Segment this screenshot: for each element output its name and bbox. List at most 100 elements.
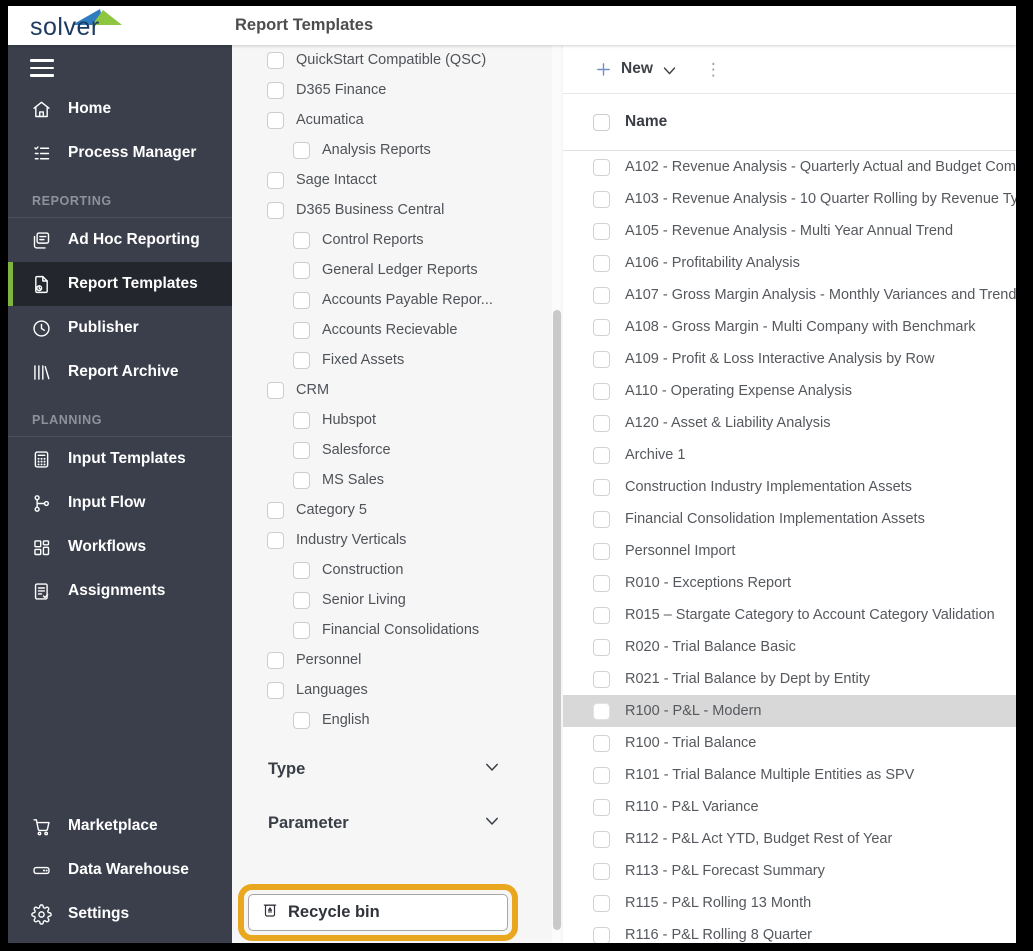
sidebar-item-publisher[interactable]: Publisher — [8, 306, 232, 350]
checkbox[interactable] — [593, 158, 610, 176]
checkbox[interactable] — [593, 862, 610, 880]
report-row-r010-exceptions-report[interactable]: R010 - Exceptions Report — [563, 567, 1016, 599]
report-row-r020-trial-balance-basic[interactable]: R020 - Trial Balance Basic — [563, 631, 1016, 663]
report-row-a105-revenue-analysis-multi-year-annual-trend[interactable]: A105 - Revenue Analysis - Multi Year Ann… — [563, 215, 1016, 247]
report-row-a110-operating-expense-analysis[interactable]: A110 - Operating Expense Analysis — [563, 375, 1016, 407]
sidebar-item-report-archive[interactable]: Report Archive — [8, 350, 232, 394]
filter-item-financial-consolidations[interactable]: Financial Consolidations — [232, 615, 563, 645]
checkbox[interactable] — [267, 51, 284, 69]
checkbox[interactable] — [593, 766, 610, 784]
sidebar-item-home[interactable]: Home — [8, 87, 232, 131]
checkbox[interactable] — [593, 286, 610, 304]
filter-item-control-reports[interactable]: Control Reports — [232, 225, 563, 255]
name-column-header[interactable]: Name — [625, 113, 667, 131]
checkbox[interactable] — [593, 702, 610, 720]
recycle-bin-button[interactable]: Recycle bin — [248, 894, 508, 931]
checkbox[interactable] — [593, 606, 610, 624]
filter-item-sage-intacct[interactable]: Sage Intacct — [232, 165, 563, 195]
filter-item-industry-verticals[interactable]: Industry Verticals — [232, 525, 563, 555]
checkbox[interactable] — [593, 254, 610, 272]
report-row-archive-1[interactable]: Archive 1 — [563, 439, 1016, 471]
new-button[interactable]: New — [595, 60, 677, 78]
checkbox[interactable] — [593, 894, 610, 912]
checkbox[interactable] — [293, 261, 310, 279]
checkbox[interactable] — [593, 734, 610, 752]
filter-item-category-5[interactable]: Category 5 — [232, 495, 563, 525]
report-row-r100-p-l-modern[interactable]: R100 - P&L - Modern — [563, 695, 1016, 727]
filter-item-english[interactable]: English — [232, 705, 563, 735]
checkbox[interactable] — [593, 222, 610, 240]
checkbox[interactable] — [593, 926, 610, 943]
report-row-r101-trial-balance-multiple-entities-as-spv[interactable]: R101 - Trial Balance Multiple Entities a… — [563, 759, 1016, 791]
filter-item-analysis-reports[interactable]: Analysis Reports — [232, 135, 563, 165]
report-row-r116-p-l-rolling-8-quarter[interactable]: R116 - P&L Rolling 8 Quarter — [563, 919, 1016, 943]
checkbox[interactable] — [293, 711, 310, 729]
solver-logo[interactable]: solver — [28, 6, 232, 45]
hamburger-menu-icon[interactable] — [8, 45, 232, 87]
checkbox[interactable] — [593, 638, 610, 656]
filter-item-languages[interactable]: Languages — [232, 675, 563, 705]
filter-item-construction[interactable]: Construction — [232, 555, 563, 585]
checkbox[interactable] — [267, 681, 284, 699]
report-row-a103-revenue-analysis-10-quarter-rolling-by-revenue-type[interactable]: A103 - Revenue Analysis - 10 Quarter Rol… — [563, 183, 1016, 215]
report-row-personnel-import[interactable]: Personnel Import — [563, 535, 1016, 567]
checkbox[interactable] — [593, 382, 610, 400]
report-row-a109-profit-loss-interactive-analysis-by-row[interactable]: A109 - Profit & Loss Interactive Analysi… — [563, 343, 1016, 375]
checkbox[interactable] — [593, 190, 610, 208]
checkbox[interactable] — [593, 478, 610, 496]
filter-item-hubspot[interactable]: Hubspot — [232, 405, 563, 435]
filter-section-type[interactable]: Type — [232, 749, 563, 789]
sidebar-item-input-flow[interactable]: Input Flow — [8, 481, 232, 525]
filter-item-crm[interactable]: CRM — [232, 375, 563, 405]
checkbox[interactable] — [293, 141, 310, 159]
checkbox[interactable] — [293, 291, 310, 309]
checkbox[interactable] — [267, 531, 284, 549]
checkbox[interactable] — [267, 171, 284, 189]
checkbox[interactable] — [267, 651, 284, 669]
sidebar-item-input-templates[interactable]: Input Templates — [8, 437, 232, 481]
checkbox[interactable] — [593, 798, 610, 816]
checkbox[interactable] — [293, 561, 310, 579]
filter-scrollbar-thumb[interactable] — [553, 310, 561, 930]
checkbox[interactable] — [593, 510, 610, 528]
sidebar-item-settings[interactable]: Settings — [8, 892, 232, 936]
checkbox[interactable] — [267, 201, 284, 219]
sidebar-item-report-templates[interactable]: Report Templates — [8, 262, 232, 306]
filter-item-fixed-assets[interactable]: Fixed Assets — [232, 345, 563, 375]
filter-item-d365-business-central[interactable]: D365 Business Central — [232, 195, 563, 225]
checkbox[interactable] — [293, 621, 310, 639]
report-row-a107-gross-margin-analysis-monthly-variances-and-trend[interactable]: A107 - Gross Margin Analysis - Monthly V… — [563, 279, 1016, 311]
report-row-r021-trial-balance-by-dept-by-entity[interactable]: R021 - Trial Balance by Dept by Entity — [563, 663, 1016, 695]
filter-section-parameter[interactable]: Parameter — [232, 803, 563, 843]
filter-item-salesforce[interactable]: Salesforce — [232, 435, 563, 465]
checkbox[interactable] — [593, 670, 610, 688]
checkbox[interactable] — [593, 414, 610, 432]
filter-item-general-ledger-reports[interactable]: General Ledger Reports — [232, 255, 563, 285]
checkbox[interactable] — [593, 446, 610, 464]
sidebar-item-marketplace[interactable]: Marketplace — [8, 804, 232, 848]
filter-item-accounts-payable-repor[interactable]: Accounts Payable Repor... — [232, 285, 563, 315]
filter-item-senior-living[interactable]: Senior Living — [232, 585, 563, 615]
checkbox[interactable] — [293, 471, 310, 489]
checkbox[interactable] — [293, 441, 310, 459]
sidebar-item-workflows[interactable]: Workflows — [8, 525, 232, 569]
report-row-construction-industry-implementation-assets[interactable]: Construction Industry Implementation Ass… — [563, 471, 1016, 503]
report-row-r100-trial-balance[interactable]: R100 - Trial Balance — [563, 727, 1016, 759]
checkbox[interactable] — [267, 501, 284, 519]
checkbox[interactable] — [593, 318, 610, 336]
select-all-checkbox[interactable] — [593, 113, 610, 131]
kebab-menu-icon[interactable]: ⋮ — [705, 61, 722, 78]
report-row-r015-stargate-category-to-account-category-validation[interactable]: R015 – Stargate Category to Account Cate… — [563, 599, 1016, 631]
checkbox[interactable] — [593, 574, 610, 592]
report-row-r115-p-l-rolling-13-month[interactable]: R115 - P&L Rolling 13 Month — [563, 887, 1016, 919]
checkbox[interactable] — [267, 111, 284, 129]
filter-item-d365-finance[interactable]: D365 Finance — [232, 75, 563, 105]
sidebar-item-ad-hoc-reporting[interactable]: Ad Hoc Reporting — [8, 218, 232, 262]
report-row-r110-p-l-variance[interactable]: R110 - P&L Variance — [563, 791, 1016, 823]
report-row-r112-p-l-act-ytd-budget-rest-of-year[interactable]: R112 - P&L Act YTD, Budget Rest of Year — [563, 823, 1016, 855]
sidebar-item-data-warehouse[interactable]: Data Warehouse — [8, 848, 232, 892]
report-row-a120-asset-liability-analysis[interactable]: A120 - Asset & Liability Analysis — [563, 407, 1016, 439]
checkbox[interactable] — [267, 81, 284, 99]
report-row-r113-p-l-forecast-summary[interactable]: R113 - P&L Forecast Summary — [563, 855, 1016, 887]
filter-item-quickstart-compatible-qsc[interactable]: QuickStart Compatible (QSC) — [232, 45, 563, 75]
